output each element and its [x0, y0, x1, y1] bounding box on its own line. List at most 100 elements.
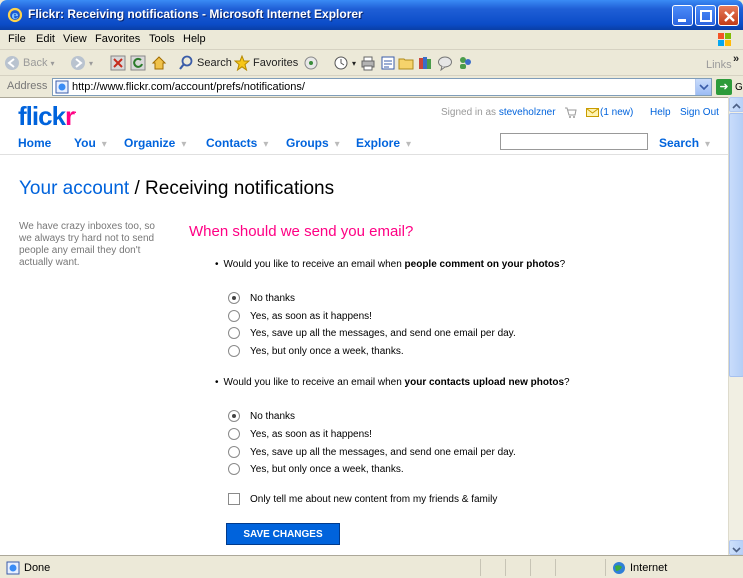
page-title-rest: / Receiving notifications	[129, 178, 335, 199]
help-link[interactable]: Help	[650, 107, 671, 118]
status-bar: Done Internet	[0, 555, 743, 578]
sign-out-link[interactable]: Sign Out	[680, 107, 719, 118]
refresh-icon	[130, 55, 146, 71]
menu-edit[interactable]: Edit	[36, 33, 55, 45]
save-changes-button[interactable]: SAVE CHANGES	[226, 523, 340, 545]
favorites-label: Favorites	[253, 57, 299, 69]
messenger-people-button[interactable]	[457, 54, 473, 72]
q1-radio-weekly[interactable]	[228, 345, 240, 357]
svg-text:e: e	[12, 9, 19, 22]
search-dropdown[interactable]: Search ▾	[659, 136, 710, 150]
browser-toolbar: Back ▾ ▾ Search Favorites ▾ Links »	[0, 50, 743, 76]
q1-option-weekly[interactable]: Yes, but only once a week, thanks.	[228, 344, 404, 358]
window-titlebar: e Flickr: Receiving notifications - Micr…	[0, 0, 743, 30]
media-icon	[304, 56, 318, 70]
menu-bar: File Edit View Favorites Tools Help	[0, 30, 743, 50]
q2-option-immediate[interactable]: Yes, as soon as it happens!	[228, 427, 372, 441]
print-button[interactable]	[360, 54, 376, 72]
go-button[interactable]: ➜ Go	[716, 79, 743, 95]
links-label[interactable]: Links	[706, 56, 732, 74]
go-arrow-icon: ➜	[716, 79, 732, 95]
search-button[interactable]: Search	[178, 54, 232, 72]
nav-home[interactable]: Home	[18, 136, 51, 150]
maximize-icon	[700, 10, 712, 22]
scroll-thumb[interactable]	[729, 113, 743, 377]
q1-option-immediate[interactable]: Yes, as soon as it happens!	[228, 309, 372, 323]
stop-button[interactable]	[110, 54, 126, 72]
q2-option-daily[interactable]: Yes, save up all the messages, and send …	[228, 445, 516, 459]
people-icon	[460, 57, 471, 69]
edit-page-icon	[381, 56, 395, 70]
refresh-button[interactable]	[130, 54, 146, 72]
chat-bubble-icon	[438, 56, 452, 71]
scroll-up-button[interactable]	[729, 97, 743, 112]
q2-radio-daily[interactable]	[228, 446, 240, 458]
minimize-button[interactable]	[672, 5, 693, 26]
username-link[interactable]: steveholzner	[499, 107, 556, 118]
q1-radio-no[interactable]	[228, 292, 240, 304]
forward-arrow-icon	[71, 56, 85, 70]
folder-button[interactable]	[398, 54, 414, 72]
media-button[interactable]	[303, 54, 319, 72]
menu-view[interactable]: View	[63, 33, 87, 45]
menu-favorites[interactable]: Favorites	[95, 33, 140, 45]
mail-new-link[interactable]: (1 new)	[600, 107, 633, 118]
q2-option-no[interactable]: No thanks	[228, 409, 295, 423]
address-input[interactable]: http://www.flickr.com/account/prefs/noti…	[52, 78, 712, 96]
q2-radio-no[interactable]	[228, 410, 240, 422]
menu-file[interactable]: File	[8, 33, 26, 45]
page-title: Your account / Receiving notifications	[19, 178, 334, 200]
address-url: http://www.flickr.com/account/prefs/noti…	[72, 81, 305, 93]
forward-button[interactable]: ▾	[70, 54, 93, 72]
edit-button[interactable]	[380, 54, 396, 72]
q2-option-weekly[interactable]: Yes, but only once a week, thanks.	[228, 462, 404, 476]
question-comments: • Would you like to receive an email when…	[215, 259, 566, 270]
mail-icon	[334, 56, 348, 70]
section-heading: When should we send you email?	[189, 223, 414, 240]
menu-help[interactable]: Help	[183, 33, 206, 45]
scroll-down-button[interactable]	[729, 540, 743, 555]
q2-radio-immediate[interactable]	[228, 428, 240, 440]
menu-tools[interactable]: Tools	[149, 33, 175, 45]
signed-in-text: Signed in as steveholzner	[441, 107, 556, 118]
books-icon	[419, 57, 431, 69]
stop-icon	[110, 55, 126, 71]
favorites-button[interactable]: Favorites	[234, 54, 298, 72]
vertical-scrollbar[interactable]	[728, 97, 743, 555]
q1-option-no[interactable]: No thanks	[228, 291, 295, 305]
flickr-logo[interactable]: flickr·	[18, 101, 77, 132]
cart-icon[interactable]	[564, 107, 577, 118]
toolbar-chevron[interactable]: »	[733, 50, 739, 68]
your-account-link[interactable]: Your account	[19, 178, 129, 199]
close-icon	[724, 11, 735, 22]
search-icon	[179, 55, 193, 70]
window-title: Flickr: Receiving notifications - Micros…	[28, 7, 363, 21]
page-viewport: flickr· Signed in as steveholzner (1 new…	[0, 97, 728, 555]
nav-contacts[interactable]: Contacts ▾	[206, 136, 268, 150]
address-dropdown-button[interactable]	[695, 79, 711, 95]
nav-organize[interactable]: Organize ▾	[124, 136, 186, 150]
history-button[interactable]: ▾	[333, 54, 356, 72]
nav-explore[interactable]: Explore ▾	[356, 136, 411, 150]
q1-option-daily[interactable]: Yes, save up all the messages, and send …	[228, 326, 516, 340]
q1-radio-immediate[interactable]	[228, 310, 240, 322]
maximize-button[interactable]	[695, 5, 716, 26]
friends-family-option[interactable]: Only tell me about new content from my f…	[228, 492, 497, 506]
research-button[interactable]	[417, 54, 433, 72]
search-input[interactable]	[500, 133, 648, 150]
friends-family-checkbox[interactable]	[228, 493, 240, 505]
mail-envelope-icon[interactable]	[586, 108, 599, 117]
nav-you[interactable]: You ▾	[74, 136, 107, 150]
address-label: Address	[7, 80, 48, 92]
globe-icon	[613, 562, 625, 574]
nav-groups[interactable]: Groups ▾	[286, 136, 340, 150]
star-icon	[234, 55, 250, 71]
close-window-button[interactable]	[718, 5, 739, 26]
home-button[interactable]	[151, 54, 167, 72]
home-icon	[151, 56, 167, 70]
messenger-button[interactable]	[437, 54, 453, 72]
back-button[interactable]: Back ▾	[4, 54, 54, 72]
sidebar-note: We have crazy inboxes too, so we always …	[19, 221, 155, 268]
q2-radio-weekly[interactable]	[228, 463, 240, 475]
q1-radio-daily[interactable]	[228, 327, 240, 339]
